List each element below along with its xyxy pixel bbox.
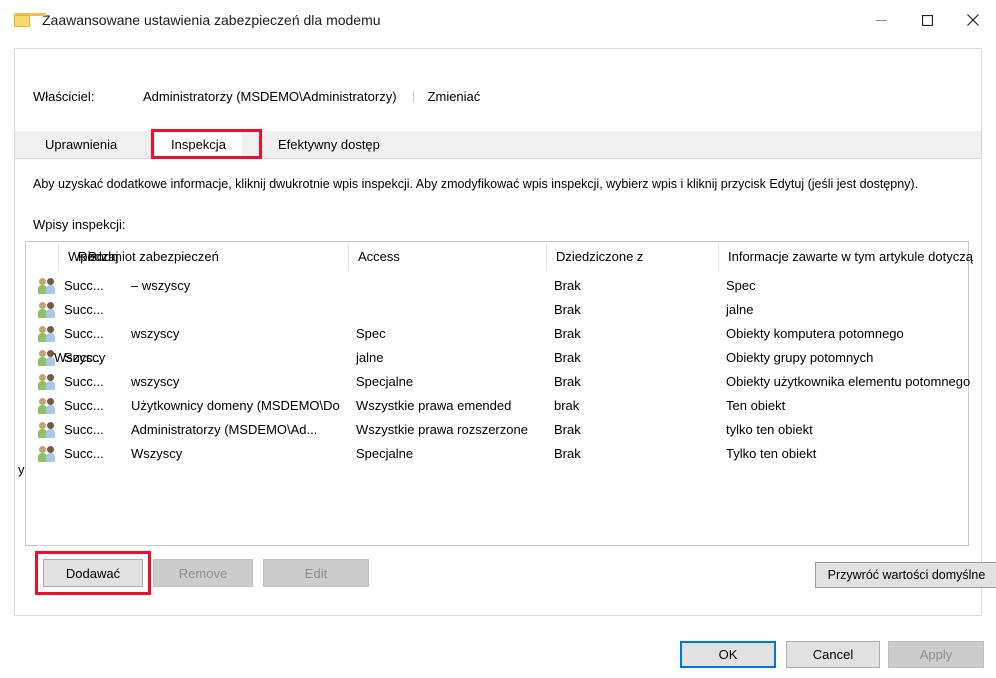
cell-inherited: Brak xyxy=(554,302,581,317)
cell-applies: Obiekty użytkownika elementu potomnego xyxy=(726,374,971,389)
cell-access: jalne xyxy=(356,350,384,365)
owner-row: Właściciel: Administratorzy (MSDEMO\Admi… xyxy=(33,89,480,104)
users-group-icon xyxy=(38,422,58,438)
dialog-card: Właściciel: Administratorzy (MSDEMO\Admi… xyxy=(14,48,996,616)
owner-value: Administratorzy (MSDEMO\Administratorzy) xyxy=(143,89,397,104)
table-row[interactable]: Succ... Wszyscy jalne Brak Obiekty grupy pot… xyxy=(26,346,968,370)
cell-applies: Tylko ten obiekt xyxy=(726,446,817,461)
cell-type: Succ... xyxy=(64,446,104,461)
cell-inherited: Brak xyxy=(554,446,581,461)
owner-change-link[interactable]: Zmieniać xyxy=(428,89,481,104)
close-button[interactable] xyxy=(950,0,996,40)
cell-applies: jalne xyxy=(726,302,754,317)
tab-strip: Uprawnienia Inspekcja Efektywny dostęp xyxy=(15,129,981,159)
close-icon xyxy=(967,14,979,26)
apply-button: Apply xyxy=(888,641,984,668)
restore-defaults-button[interactable]: Przywróć wartości domyślne xyxy=(815,562,996,588)
owner-label: Właściciel: xyxy=(33,89,95,104)
title-bar: Zaawansowane ustawienia zabezpieczeń dla… xyxy=(0,0,996,40)
cell-principal: wszyscy xyxy=(131,326,180,341)
table-row[interactable]: Succ... Brak jalne xyxy=(26,298,968,322)
column-divider xyxy=(718,244,719,271)
cell-inherited: Brak xyxy=(554,374,581,389)
folder-icon xyxy=(14,12,46,28)
cell-type: Succ... xyxy=(64,374,104,389)
cell-inherited: Brak xyxy=(554,422,581,437)
cell-inherited: Brak xyxy=(554,350,581,365)
column-header-access[interactable]: Access xyxy=(358,249,400,264)
cell-applies: tylko ten obiekt xyxy=(726,422,813,437)
instruction-text: Aby uzyskać dodatkowe informacje, klikni… xyxy=(33,177,919,191)
tab-efektywny-dostep[interactable]: Efektywny dostęp xyxy=(262,131,396,159)
cell-type: Succ... xyxy=(64,326,104,341)
column-header-inherited[interactable]: Dziedziczone z xyxy=(556,249,643,264)
users-group-icon xyxy=(38,302,58,318)
column-divider xyxy=(546,244,547,271)
column-divider xyxy=(58,244,59,271)
cell-inherited: Brak xyxy=(554,326,581,341)
users-group-icon xyxy=(38,278,58,294)
cell-access: Wszystkie prawa emended xyxy=(356,398,512,413)
users-group-icon xyxy=(38,374,58,390)
column-header-principal[interactable]: Podmiot zabezpieczeń xyxy=(88,249,219,264)
cell-access: Specjalne xyxy=(356,446,414,461)
audit-entries-list[interactable]: Wpis Rodzaj Podmiot zabezpieczeń Access … xyxy=(25,241,973,546)
dialog-footer: OK Cancel Apply xyxy=(0,616,996,678)
cell-access: Spec xyxy=(356,326,386,341)
users-group-icon xyxy=(38,446,58,462)
users-group-icon xyxy=(38,326,58,342)
cell-access: Wszystkie prawa rozszerzone xyxy=(356,422,528,437)
tab-inspekcja[interactable]: Inspekcja xyxy=(155,131,242,159)
cell-inherited: brak xyxy=(554,398,580,413)
cancel-button[interactable]: Cancel xyxy=(786,641,880,668)
column-header-applies[interactable]: Informacje zawarte w tym artykule dotycz… xyxy=(728,249,973,264)
cell-type-overlay: Wszyscy xyxy=(54,350,106,365)
stray-glyph: y xyxy=(18,462,25,477)
maximize-icon xyxy=(921,14,933,26)
cell-type: Succ... xyxy=(64,422,104,437)
remove-button: Remove xyxy=(153,559,253,587)
minimize-button[interactable] xyxy=(858,0,904,40)
cell-applies: Spec xyxy=(726,278,756,293)
cell-inherited: Brak xyxy=(554,278,581,293)
table-row[interactable]: Succ... wszyscy Specjalne Brak Obiekty użytk… xyxy=(26,370,971,394)
cell-principal: wszyscy xyxy=(131,374,180,389)
add-button[interactable]: Dodawać xyxy=(43,559,143,587)
cell-principal: Użytkownicy domeny (MSDEMO\Do xyxy=(131,398,340,413)
window-controls xyxy=(858,0,996,40)
cell-type: Succ... xyxy=(64,302,104,317)
cell-principal: Wszyscy xyxy=(131,446,183,461)
edit-button: Edit xyxy=(263,559,369,587)
entries-label: Wpisy inspekcji: xyxy=(33,217,126,232)
cell-type: Succ... xyxy=(64,278,104,293)
maximize-button[interactable] xyxy=(904,0,950,40)
cell-access: Specjalne xyxy=(356,374,414,389)
audit-panel: Aby uzyskać dodatkowe informacje, klikni… xyxy=(15,159,996,615)
owner-separator xyxy=(412,91,414,102)
table-row[interactable]: Succ... – wszyscy Brak Spec xyxy=(26,274,968,298)
table-row[interactable]: Succ... Użytkownicy domeny (MSDEMO\Do Wszy… xyxy=(26,394,968,418)
users-group-icon xyxy=(38,398,58,414)
cell-applies: Ten obiekt xyxy=(726,398,786,413)
cell-type: Succ... xyxy=(64,398,104,413)
cell-applies: Obiekty grupy potomnych xyxy=(726,350,874,365)
cell-applies: Obiekty komputera potomnego xyxy=(726,326,904,341)
ok-button[interactable]: OK xyxy=(680,641,776,668)
cell-principal: – wszyscy xyxy=(131,278,191,293)
cell-principal: Administratorzy (MSDEMO\Ad... xyxy=(131,422,318,437)
column-divider xyxy=(348,244,349,271)
table-row[interactable]: Succ... Administratorzy (MSDEMO\Ad... Wszy… xyxy=(26,418,968,442)
window-title: Zaawansowane ustawienia zabezpieczeń dla… xyxy=(42,12,381,28)
minimize-icon xyxy=(875,19,887,21)
tab-uprawnienia[interactable]: Uprawnienia xyxy=(29,131,133,159)
table-row[interactable]: Succ... wszyscy Spec Brak Obiekty komputera … xyxy=(26,322,968,346)
table-row[interactable]: Succ... Wszyscy Specjalne Brak Tylko ten obi… xyxy=(26,442,968,466)
